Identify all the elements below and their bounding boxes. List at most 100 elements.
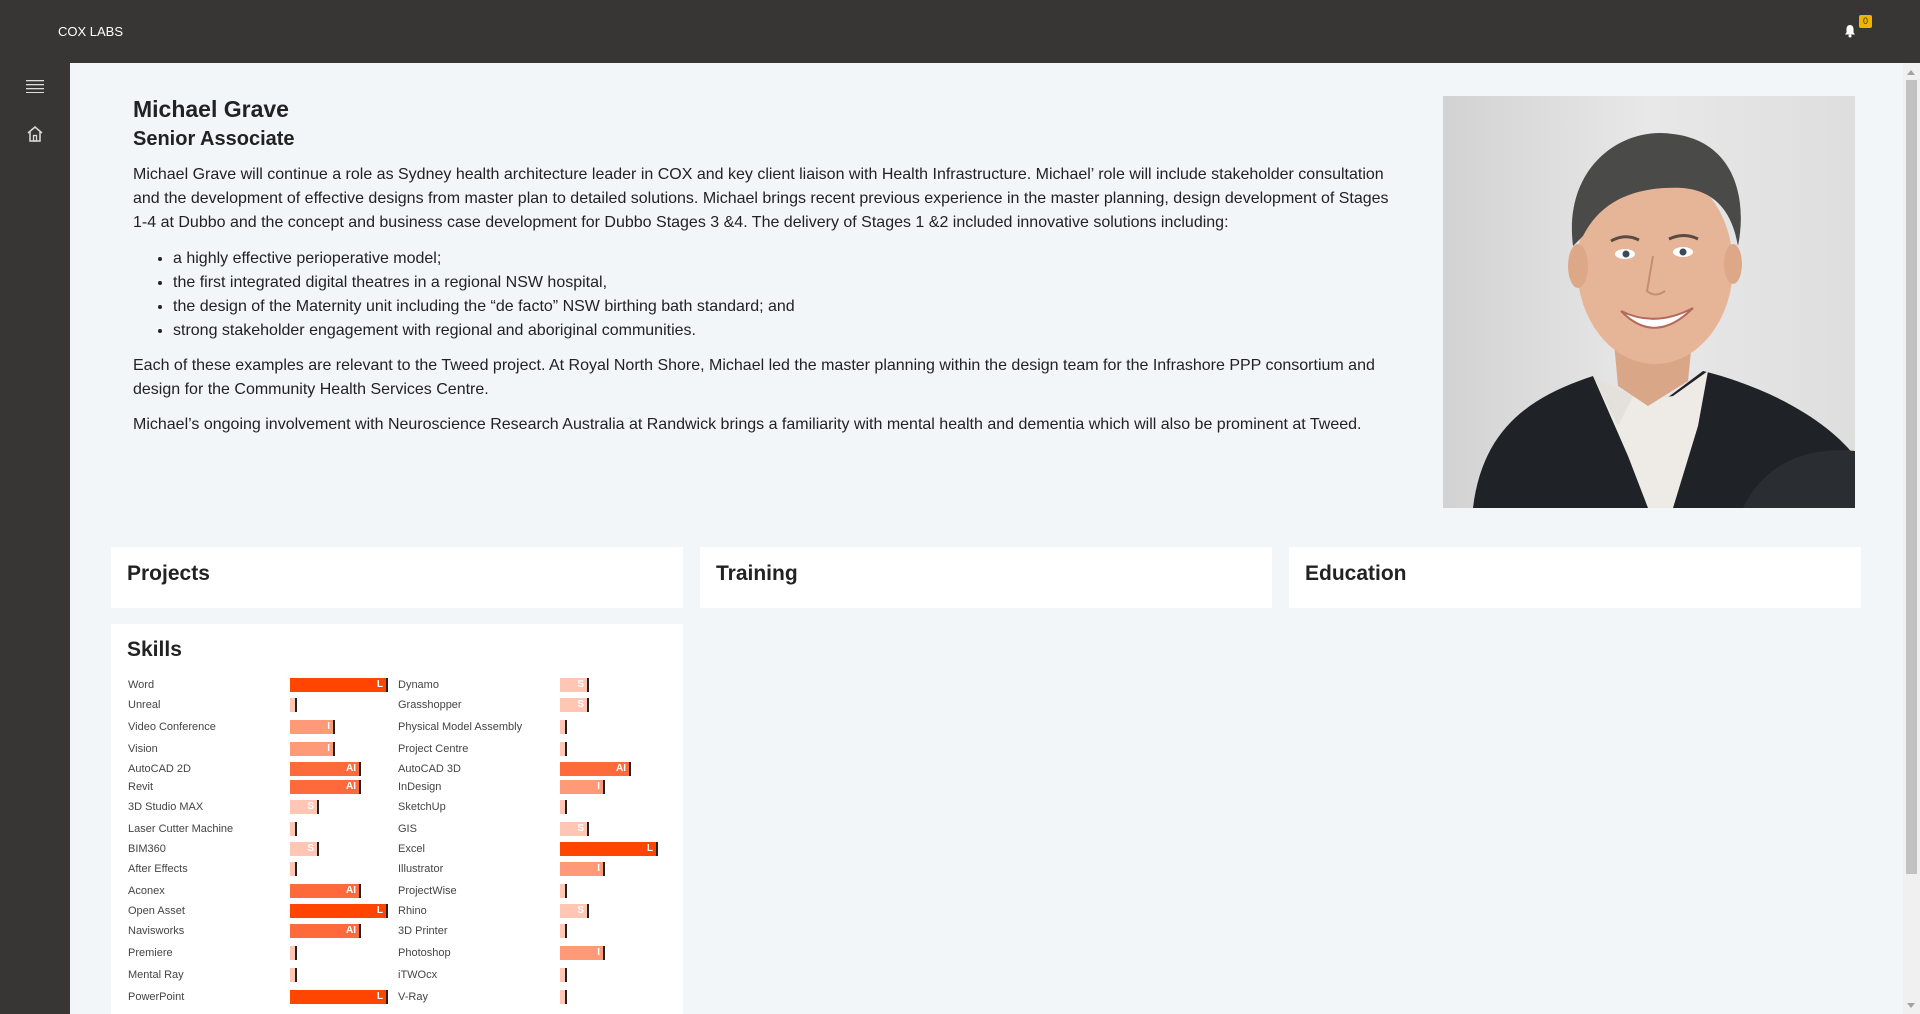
skill-label: V-Ray bbox=[398, 991, 428, 1003]
skill-label: Video Conference bbox=[128, 721, 216, 733]
skill-level-bar: S bbox=[560, 822, 589, 836]
skill-level-label: I bbox=[597, 863, 600, 874]
skill-level-bar: AI bbox=[290, 884, 361, 898]
skill-level-label: S bbox=[307, 843, 314, 854]
skill-label: Premiere bbox=[128, 947, 173, 959]
skill-level-bar bbox=[560, 720, 567, 734]
skill-level-bar: L bbox=[560, 842, 658, 856]
skill-label: BIM360 bbox=[128, 843, 166, 855]
skill-level-bar: AI bbox=[290, 780, 361, 794]
skill-level-bar: I bbox=[560, 780, 605, 794]
skill-label: Physical Model Assembly bbox=[398, 721, 523, 733]
skill-level-label: L bbox=[376, 991, 383, 1002]
skill-level-bar: I bbox=[560, 862, 605, 876]
skill-level-bar: S bbox=[560, 678, 589, 692]
profile-paragraph: Michael’s ongoing involvement with Neuro… bbox=[133, 416, 1362, 433]
home-icon[interactable] bbox=[26, 125, 44, 143]
skill-level-label: AI bbox=[346, 885, 356, 896]
skill-level-label: S bbox=[577, 823, 584, 834]
skill-label: ProjectWise bbox=[398, 885, 457, 897]
skill-level-bar: S bbox=[560, 698, 589, 712]
skill-level-bar bbox=[290, 862, 297, 876]
list-item: the first integrated digital theatres in… bbox=[173, 271, 1393, 295]
training-card[interactable]: Training bbox=[700, 547, 1272, 608]
skill-label: Grasshopper bbox=[398, 699, 462, 711]
skill-level-bar: AI bbox=[560, 762, 631, 776]
scroll-down-arrow-icon[interactable] bbox=[1907, 1003, 1915, 1008]
projects-heading: Projects bbox=[127, 562, 210, 585]
skill-label: Project Centre bbox=[398, 743, 469, 755]
skill-label: 3D Studio MAX bbox=[128, 801, 204, 813]
skill-level-label: L bbox=[376, 905, 383, 916]
skill-level-bar: L bbox=[290, 904, 388, 918]
skill-level-bar bbox=[560, 800, 567, 814]
skill-level-label: I bbox=[327, 743, 330, 754]
skill-level-bar bbox=[560, 742, 567, 756]
skill-level-bar: I bbox=[290, 720, 335, 734]
scroll-up-arrow-icon[interactable] bbox=[1907, 70, 1915, 75]
profile-bullet-list: a highly effective perioperative model; … bbox=[133, 247, 1393, 343]
skill-level-bar bbox=[290, 698, 297, 712]
skill-label: InDesign bbox=[398, 781, 442, 793]
skill-label: Unreal bbox=[128, 699, 161, 711]
education-heading: Education bbox=[1305, 562, 1407, 585]
skill-label: Open Asset bbox=[128, 905, 185, 917]
skill-level-bar bbox=[290, 968, 297, 982]
skill-level-bar: AI bbox=[290, 762, 361, 776]
skill-level-bar bbox=[290, 946, 297, 960]
skill-level-label: S bbox=[577, 679, 584, 690]
sidebar bbox=[0, 63, 70, 1014]
skill-label: PowerPoint bbox=[128, 991, 185, 1003]
projects-card[interactable]: Projects bbox=[111, 547, 683, 608]
top-bar bbox=[0, 0, 1920, 63]
skill-level-label: L bbox=[376, 679, 383, 690]
training-heading: Training bbox=[716, 562, 798, 585]
skill-label: SketchUp bbox=[398, 801, 446, 813]
hamburger-menu-icon[interactable] bbox=[26, 79, 44, 93]
skill-level-bar bbox=[560, 924, 567, 938]
skill-label: AutoCAD 2D bbox=[128, 763, 191, 775]
skill-level-label: AI bbox=[346, 925, 356, 936]
notification-badge: 0 bbox=[1859, 15, 1872, 28]
brand-logo[interactable]: COX LABS bbox=[58, 24, 123, 39]
skill-label: Navisworks bbox=[128, 925, 185, 937]
skill-level-bar: L bbox=[290, 678, 388, 692]
skill-label: Revit bbox=[128, 781, 154, 793]
skill-label: Illustrator bbox=[398, 863, 444, 875]
skill-label: Word bbox=[128, 679, 155, 691]
skill-level-bar bbox=[560, 884, 567, 898]
skill-label: Excel bbox=[398, 843, 425, 855]
skill-label: iTWOcx bbox=[398, 969, 438, 981]
skill-level-label: AI bbox=[346, 763, 356, 774]
skills-heading: Skills bbox=[127, 638, 182, 661]
skill-level-bar bbox=[560, 968, 567, 982]
skill-level-bar: L bbox=[290, 990, 388, 1004]
skill-label: AutoCAD 3D bbox=[398, 763, 461, 775]
education-card[interactable]: Education bbox=[1289, 547, 1861, 608]
profile-intro: Michael Grave will continue a role as Sy… bbox=[133, 166, 1389, 231]
skill-level-label: S bbox=[577, 699, 584, 710]
bell-icon[interactable] bbox=[1843, 24, 1857, 38]
skill-level-label: I bbox=[597, 947, 600, 958]
list-item: a highly effective perioperative model; bbox=[173, 247, 1393, 271]
skill-label: Rhino bbox=[398, 905, 427, 917]
profile-photo bbox=[1443, 96, 1855, 508]
skill-label: GIS bbox=[398, 823, 417, 835]
skill-level-label: AI bbox=[346, 781, 356, 792]
skill-label: Photoshop bbox=[398, 947, 451, 959]
scrollbar-thumb[interactable] bbox=[1906, 80, 1917, 874]
skill-label: Mental Ray bbox=[128, 969, 184, 981]
skill-level-bar bbox=[560, 990, 567, 1004]
skill-level-label: I bbox=[327, 721, 330, 732]
skill-level-bar: S bbox=[560, 904, 589, 918]
profile-name: Michael Grave bbox=[133, 96, 289, 122]
skill-level-bar: I bbox=[290, 742, 335, 756]
skill-label: Dynamo bbox=[398, 679, 439, 691]
skill-label: Aconex bbox=[128, 885, 165, 897]
skill-level-label: I bbox=[597, 781, 600, 792]
list-item: strong stakeholder engagement with regio… bbox=[173, 319, 1393, 343]
skill-level-bar: S bbox=[290, 800, 319, 814]
skill-level-bar bbox=[290, 822, 297, 836]
skill-level-label: AI bbox=[616, 763, 626, 774]
skill-label: 3D Printer bbox=[398, 925, 448, 937]
